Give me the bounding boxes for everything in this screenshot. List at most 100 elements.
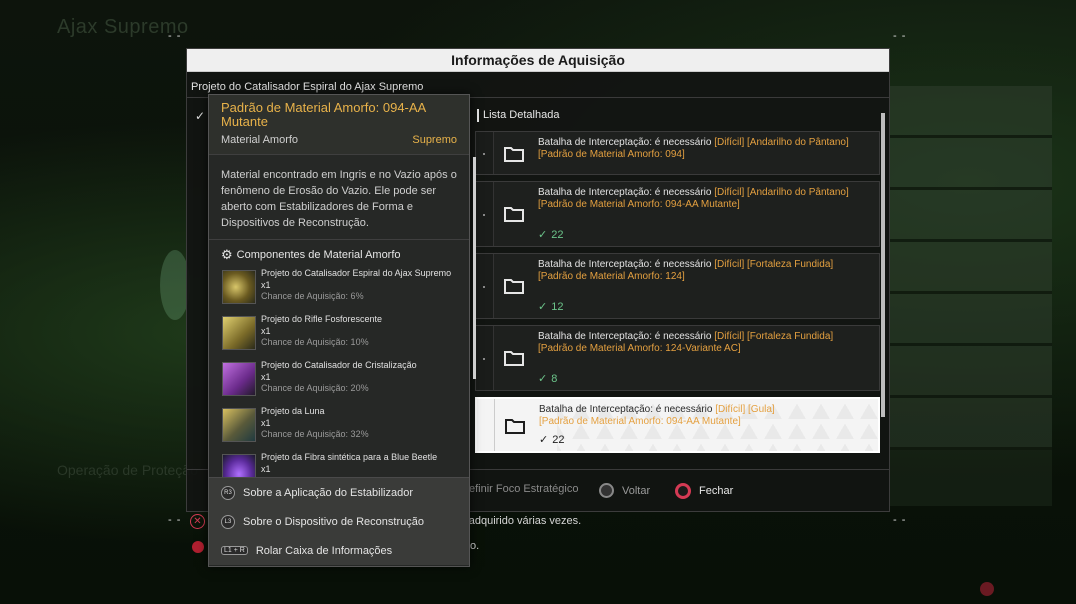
tooltip-actions: R3 Sobre a Aplicação do Estabilizador L3… xyxy=(209,477,469,565)
folder-icon xyxy=(505,419,525,434)
scroll-info-box-button[interactable]: L1 + R Rolar Caixa de Informações xyxy=(209,536,469,565)
folder-icon xyxy=(504,279,524,294)
detailed-list: Batalha de Interceptação: é necessário [… xyxy=(475,129,880,461)
entry-material: [Padrão de Material Amorfo: 094-AA Mutan… xyxy=(539,415,741,427)
entry-material: [Padrão de Material Amorfo: 094-AA Mutan… xyxy=(538,198,740,210)
folder-icon xyxy=(504,351,524,366)
circle-button-icon xyxy=(599,483,614,498)
entry-text: Batalha de Interceptação: é necessário xyxy=(538,331,715,342)
gears-icon: ⚙ xyxy=(221,247,233,262)
list-item[interactable]: Batalha de Interceptação: é necessário [… xyxy=(475,325,880,391)
check-icon: ✓ xyxy=(539,434,549,446)
tooltip-header: Padrão de Material Amorfo: 094-AA Mutant… xyxy=(209,95,469,155)
reconstruction-info-button[interactable]: L3 Sobre o Dispositivo de Reconstrução xyxy=(209,507,469,536)
corner-marker: - - xyxy=(168,514,182,526)
action-label: Rolar Caixa de Informações xyxy=(255,544,393,557)
list-item[interactable]: Batalha de Interceptação: é necessário [… xyxy=(475,131,880,175)
entry-tags: [Difícil] [Fortaleza Fundida] xyxy=(714,331,834,342)
background-sub-label: Operação de Proteção xyxy=(57,462,198,478)
stabilizer-info-button[interactable]: R3 Sobre a Aplicação do Estabilizador xyxy=(209,478,469,507)
component-qty: x1 xyxy=(261,279,271,290)
detailed-list-title: Lista Detalhada xyxy=(477,109,559,122)
action-label: Sobre a Aplicação do Estabilizador xyxy=(243,486,413,499)
components-list: Projeto do Catalisador Espiral do Ajax S… xyxy=(209,268,469,486)
corner-marker: - - xyxy=(893,30,907,42)
circle-close-icon xyxy=(675,483,691,499)
entry-text: Batalha de Interceptação: é necessário xyxy=(538,187,715,198)
r3-button-icon: R3 xyxy=(221,485,235,500)
close-label: Fechar xyxy=(699,485,734,497)
entry-text: Batalha de Interceptação: é necessário xyxy=(539,404,716,415)
entry-tags: [Difícil] [Gula] xyxy=(715,404,775,415)
entry-count: ✓ 12 xyxy=(538,300,564,314)
check-icon: ✓ xyxy=(538,301,548,313)
l1-r-button-icon: L1 + R xyxy=(221,546,248,555)
item-info-tooltip: Padrão de Material Amorfo: 094-AA Mutant… xyxy=(208,94,476,567)
component-name: Projeto do Catalisador Espiral do Ajax S… xyxy=(261,268,452,278)
blueprint-thumbnail-icon xyxy=(222,316,256,350)
components-title: ⚙ Componentes de Material Amorfo xyxy=(221,247,401,262)
blueprint-thumbnail-icon xyxy=(222,362,256,396)
list-item: Projeto do Catalisador Espiral do Ajax S… xyxy=(209,268,469,314)
background-button-icon xyxy=(980,582,994,596)
tooltip-scrollbar[interactable] xyxy=(473,157,476,379)
component-chance: Chance de Aquisição: 10% xyxy=(261,337,369,347)
folder-icon xyxy=(504,207,524,222)
marker-icon xyxy=(192,541,204,553)
item-rarity: Supremo xyxy=(412,134,457,146)
component-chance: Chance de Aquisição: 32% xyxy=(261,429,369,439)
blueprint-thumbnail-icon xyxy=(222,270,256,304)
entry-tags: [Difícil] [Andarilho do Pântano] xyxy=(714,137,849,148)
component-qty: x1 xyxy=(261,371,271,382)
info-line-1: r adquirido várias vezes. xyxy=(462,515,582,527)
component-chance: Chance de Aquisição: 20% xyxy=(261,383,369,393)
modal-title: Informações de Aquisição xyxy=(187,49,889,72)
corner-marker: - - xyxy=(168,30,182,42)
l3-button-icon: L3 xyxy=(221,514,235,529)
list-item[interactable]: Batalha de Interceptação: é necessário [… xyxy=(475,181,880,247)
entry-count: ✓ 22 xyxy=(539,433,565,447)
cross-icon: ✕ xyxy=(190,514,205,529)
action-label: Sobre o Dispositivo de Reconstrução xyxy=(243,515,424,528)
corner-marker: - - xyxy=(893,514,907,526)
acquired-check-icon: ✓ xyxy=(195,109,206,123)
item-name: Padrão de Material Amorfo: 094-AA Mutant… xyxy=(221,100,426,129)
component-name: Projeto da Luna xyxy=(261,406,325,416)
component-qty: x1 xyxy=(261,463,271,474)
strategic-focus-label: efinir Foco Estratégico xyxy=(469,483,579,495)
background-right-panel xyxy=(890,86,1052,506)
back-button[interactable]: Voltar xyxy=(599,483,650,498)
list-item: Projeto da Luna x1 Chance de Aquisição: … xyxy=(209,406,469,452)
entry-material: [Padrão de Material Amorfo: 124-Variante… xyxy=(538,342,741,354)
entry-tags: [Difícil] [Andarilho do Pântano] xyxy=(714,187,849,198)
list-item[interactable]: Batalha de Interceptação: é necessário [… xyxy=(475,253,880,319)
blueprint-thumbnail-icon xyxy=(222,408,256,442)
folder-icon xyxy=(504,147,524,162)
entry-tags: [Difícil] [Fortaleza Fundida] xyxy=(714,259,834,270)
strategic-focus-button[interactable]: efinir Foco Estratégico xyxy=(469,483,578,495)
entry-count: ✓ 22 xyxy=(538,228,564,242)
entry-count: ✓ 8 xyxy=(538,372,558,386)
component-name: Projeto da Fibra sintética para a Blue B… xyxy=(261,452,438,462)
item-type: Material Amorfo xyxy=(221,134,299,146)
back-label: Voltar xyxy=(622,484,651,497)
list-item: Projeto do Catalisador de Cristalização … xyxy=(209,360,469,406)
item-description: Material encontrado em Ingris e no Vazio… xyxy=(209,155,469,240)
entry-text: Batalha de Interceptação: é necessário xyxy=(538,137,715,148)
info-line-2: o. xyxy=(470,540,480,552)
entry-text: Batalha de Interceptação: é necessário xyxy=(538,259,715,270)
modal-subtitle: Projeto do Catalisador Espiral do Ajax S… xyxy=(191,81,424,93)
component-name: Projeto do Catalisador de Cristalização xyxy=(261,360,417,370)
entry-material: [Padrão de Material Amorfo: 124] xyxy=(538,270,685,282)
check-icon: ✓ xyxy=(538,373,548,385)
close-button[interactable]: Fechar xyxy=(675,483,733,499)
list-item: Projeto do Rifle Fosforescente x1 Chance… xyxy=(209,314,469,360)
list-item-selected[interactable]: Batalha de Interceptação: é necessário [… xyxy=(475,397,880,453)
list-scrollbar[interactable] xyxy=(881,113,885,417)
component-name: Projeto do Rifle Fosforescente xyxy=(261,314,383,324)
check-icon: ✓ xyxy=(538,229,548,241)
component-chance: Chance de Aquisição: 6% xyxy=(261,291,364,301)
component-qty: x1 xyxy=(261,325,271,336)
component-qty: x1 xyxy=(261,417,271,428)
entry-material: [Padrão de Material Amorfo: 094] xyxy=(538,148,685,160)
